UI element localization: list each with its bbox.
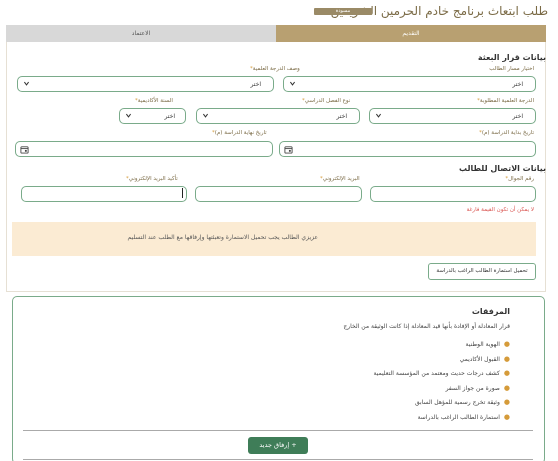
- notice-text: عزيزي الطالب يجب تحميل الاستمارة وتعبئته…: [127, 234, 318, 241]
- email-field[interactable]: [195, 186, 362, 202]
- academic-year-select[interactable]: اختر: [119, 108, 186, 124]
- study-path-label: اختيار مسار الطالب: [489, 66, 534, 72]
- required-degree-label: الدرجة العلمية المطلوبة*: [477, 98, 534, 104]
- section-title-contact: بيانات الاتصال للطالب: [459, 164, 546, 173]
- list-item: ●استمارة الطالب الراغب بالدراسة: [417, 412, 510, 421]
- list-item: ●الهوية الوطنية: [465, 340, 510, 348]
- mobile-label: رقم الجوال*: [505, 176, 534, 182]
- bullet-icon: ●: [503, 369, 510, 377]
- required-degree-select[interactable]: اختر: [369, 108, 536, 124]
- email-confirm-label: تأكيد البريد الإلكتروني*: [126, 176, 178, 182]
- degree-desc-value: اختر: [250, 81, 262, 88]
- list-item: ●صورة من جواز السفر: [445, 383, 510, 392]
- section-title-scholarship: بيانات قرار البعثة: [477, 53, 546, 62]
- study-type-label: نوع الفصل الدراسي*: [302, 98, 351, 104]
- study-path-select[interactable]: اختر: [283, 76, 536, 92]
- study-type-value: اختر: [336, 113, 348, 120]
- add-attachment-button[interactable]: + إرفاق جديد: [248, 437, 308, 454]
- notice-banner: عزيزي الطالب يجب تحميل الاستمارة وتعبئته…: [12, 222, 536, 256]
- start-date-label: تاريخ بداية الدراسة (م)*: [479, 130, 534, 136]
- plus-icon: +: [289, 441, 297, 449]
- tab-approval[interactable]: الاعتماد: [6, 25, 276, 42]
- mobile-field[interactable]: [370, 186, 536, 202]
- bullet-icon: ●: [503, 340, 510, 348]
- chevron-down-icon: [289, 81, 296, 86]
- end-date-label: تاريخ نهاية الدراسة (م)*: [212, 130, 267, 136]
- chevron-down-icon: [125, 113, 132, 118]
- start-date-input[interactable]: [279, 141, 536, 157]
- attachments-intro: قرار المعادلة أو الإفادة بأنها قيد المعا…: [343, 323, 510, 330]
- list-item: ●كشف درجات حديث ومعتمد من المؤسسة التعلي…: [373, 369, 510, 377]
- text-cursor: [182, 188, 183, 198]
- chevron-down-icon: [23, 81, 30, 86]
- attachments-list: ●الهوية الوطنية ●القبول الأكاديمي ●كشف د…: [373, 337, 510, 424]
- degree-desc-select[interactable]: اختر: [17, 76, 274, 92]
- divider: [23, 459, 533, 460]
- download-form-button[interactable]: تحميل استمارة الطالب الراغب بالدراسة: [428, 263, 536, 280]
- bullet-icon: ●: [503, 398, 510, 406]
- email-label: البريد الإلكتروني*: [320, 176, 360, 182]
- chevron-down-icon: [202, 113, 209, 118]
- study-path-value: اختر: [512, 81, 524, 88]
- attachments-panel: المرفقات قرار المعادلة أو الإفادة بأنها …: [12, 296, 545, 461]
- bullet-icon: ●: [503, 354, 510, 363]
- list-item: ●وثيقة تخرج رسمية للمؤهل السابق: [415, 398, 510, 406]
- end-date-input[interactable]: [15, 141, 273, 157]
- bullet-icon: ●: [503, 383, 510, 392]
- email-confirm-field[interactable]: [21, 186, 187, 202]
- study-type-select[interactable]: اختر: [196, 108, 360, 124]
- tab-bar: التقديم الاعتماد: [6, 25, 546, 42]
- academic-year-label: السنة الأكاديمية*: [135, 98, 173, 104]
- degree-desc-label: وصف الدرجة العلمية*: [250, 66, 300, 72]
- calendar-icon[interactable]: [284, 145, 293, 154]
- bullet-icon: ●: [503, 412, 510, 421]
- mobile-error: لا يمكن أن تكون القيمة فارغة: [466, 207, 534, 213]
- divider: [23, 430, 533, 431]
- tab-submission[interactable]: التقديم: [276, 25, 546, 42]
- required-degree-value: اختر: [512, 113, 524, 120]
- academic-year-value: اختر: [164, 113, 176, 120]
- chevron-down-icon: [375, 113, 382, 118]
- calendar-icon[interactable]: [20, 145, 29, 154]
- attachments-title: المرفقات: [471, 307, 510, 316]
- list-item: ●القبول الأكاديمي: [459, 354, 510, 363]
- status-badge: مسودة: [314, 8, 372, 15]
